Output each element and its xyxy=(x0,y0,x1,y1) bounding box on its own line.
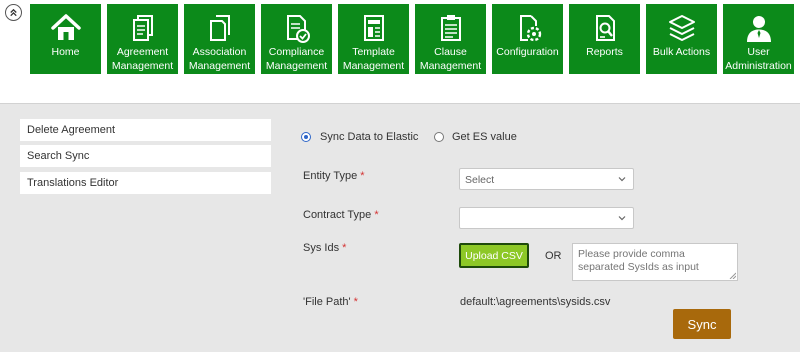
nav-tile-configuration[interactable]: Configuration xyxy=(492,4,563,74)
file-path-value: default:\agreements\sysids.csv xyxy=(460,296,611,308)
nav-tile-association-management[interactable]: Association Management xyxy=(184,4,255,74)
nav-label: Configuration xyxy=(496,46,559,58)
nav-label: Clause Management xyxy=(419,46,482,72)
nav-tile-agreement-management[interactable]: Agreement Management xyxy=(107,4,178,74)
sidebar-item-search-sync[interactable]: Search Sync xyxy=(20,145,271,167)
compliance-document-icon xyxy=(261,11,332,45)
sync-data-label: Sync Data to Elastic xyxy=(320,131,419,143)
get-es-value-label: Get ES value xyxy=(452,131,517,143)
agreement-document-icon xyxy=(107,11,178,45)
nav-label: Compliance Management xyxy=(265,46,328,72)
nav-tile-clause-management[interactable]: Clause Management xyxy=(415,4,486,74)
nav-label: Home xyxy=(51,46,80,58)
sidebar-item-delete-agreement[interactable]: Delete Agreement xyxy=(20,119,271,141)
nav-label: Bulk Actions xyxy=(652,46,711,58)
layers-icon xyxy=(646,11,717,45)
sync-button[interactable]: Sync xyxy=(673,309,731,339)
clipboard-icon xyxy=(415,11,486,45)
nav-tile-template-management[interactable]: Template Management xyxy=(338,4,409,74)
sys-ids-label: Sys Ids * xyxy=(303,242,347,254)
chevron-down-icon xyxy=(618,216,626,221)
report-search-icon xyxy=(569,11,640,45)
nav-label: User Administration xyxy=(725,46,792,72)
nav-label: Template Management xyxy=(342,46,405,72)
file-path-label: 'File Path' * xyxy=(303,296,358,308)
resize-grip-icon[interactable] xyxy=(729,272,736,279)
sync-data-radio[interactable] xyxy=(301,132,311,142)
user-icon xyxy=(723,11,794,45)
contract-type-select[interactable] xyxy=(459,207,634,229)
nav-tile-bulk-actions[interactable]: Bulk Actions xyxy=(646,4,717,74)
configuration-icon xyxy=(492,11,563,45)
nav-label: Reports xyxy=(586,46,623,58)
documents-icon xyxy=(184,11,255,45)
get-es-value-radio[interactable] xyxy=(434,132,444,142)
chevron-down-icon xyxy=(618,177,626,182)
nav-tile-user-administration[interactable]: User Administration xyxy=(723,4,794,74)
nav-tile-compliance-management[interactable]: Compliance Management xyxy=(261,4,332,74)
sys-ids-textarea[interactable] xyxy=(572,243,738,281)
nav-tile-home[interactable]: Home xyxy=(30,4,101,74)
contract-type-label: Contract Type * xyxy=(303,209,379,221)
nav-tile-reports[interactable]: Reports xyxy=(569,4,640,74)
nav-label: Agreement Management xyxy=(111,46,174,72)
entity-type-label: Entity Type * xyxy=(303,170,365,182)
or-label: OR xyxy=(545,250,562,262)
home-icon xyxy=(30,11,101,45)
double-chevron-up-icon xyxy=(10,8,17,17)
sidebar-item-translations-editor[interactable]: Translations Editor xyxy=(20,172,271,194)
collapse-toggle-button[interactable] xyxy=(5,4,22,21)
upload-csv-button[interactable]: Upload CSV xyxy=(459,243,529,268)
entity-type-select[interactable]: Select xyxy=(459,168,634,190)
nav-label: Association Management xyxy=(188,46,251,72)
template-icon xyxy=(338,11,409,45)
